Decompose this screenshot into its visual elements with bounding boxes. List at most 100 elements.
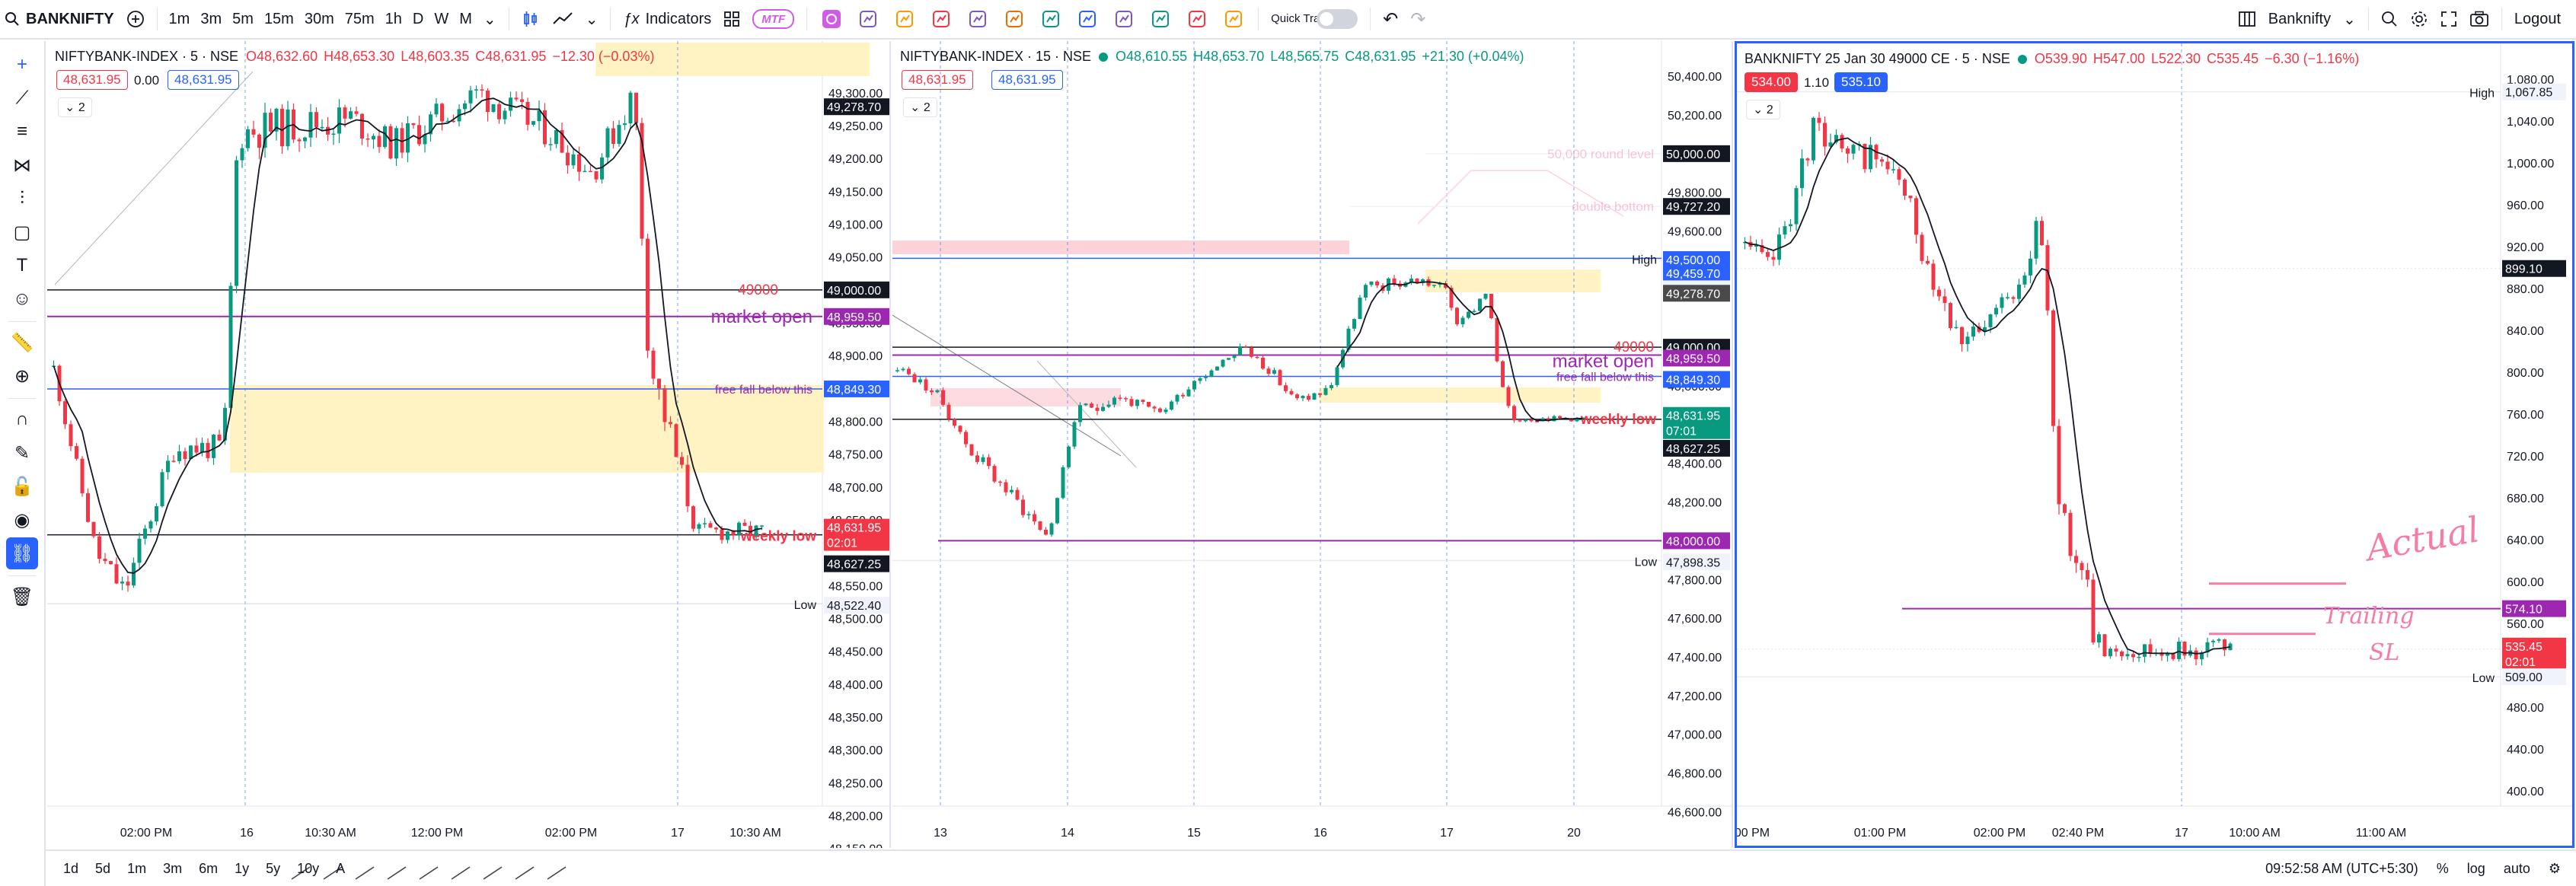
chart-canvas[interactable]: 50,000 round leveldouble bottom49000mark… [892,41,1733,848]
trash-icon[interactable]: 🗑 [6,581,38,613]
horizontal-line-icon[interactable] [353,865,376,881]
range-5d[interactable]: 5d [87,861,119,877]
candle-body [901,368,905,371]
log-toggle[interactable]: log [2467,861,2485,877]
ask-price-box[interactable]: 535.10 [1834,72,1888,92]
link-icon[interactable]: ⛓ [6,537,38,569]
layout-dropdown-icon[interactable]: ⌄ [2337,4,2362,34]
redo-icon[interactable]: ↷ [1404,4,1432,34]
chart-title[interactable]: BANKNIFTY 25 Jan 30 49000 CE · 5 · NSE [1744,51,2010,67]
chart-canvas[interactable]: 49000market openfree fall below thisweek… [47,41,891,848]
forecast-icon[interactable]: ⫶ [6,183,38,215]
magnet-icon[interactable]: ∩ [6,403,38,435]
watch-icon[interactable] [857,8,879,30]
screener-icon[interactable] [820,8,843,30]
indicators-button[interactable]: ƒx Indicators [617,4,717,34]
layout-icon[interactable] [2232,4,2262,34]
bid-price-box[interactable]: 534.00 [1744,72,1798,92]
timeframe-75m[interactable]: 75m [340,4,380,34]
chart-title[interactable]: NIFTYBANK-INDEX · 5 · NSE [55,49,238,65]
chart-title[interactable]: NIFTYBANK-INDEX · 15 · NSE [900,49,1091,65]
scan-icon[interactable] [893,8,916,30]
timeframe-5m[interactable]: 5m [227,4,259,34]
lock-drawing-icon[interactable]: ✎ [6,437,38,469]
settings-gear-icon[interactable] [2404,4,2434,34]
timeframe-D[interactable]: D [407,4,429,34]
trade-icon[interactable] [1149,8,1172,30]
range-6m[interactable]: 6m [190,861,226,877]
shield-icon[interactable] [1039,8,1062,30]
symbol-search-button[interactable]: BANKNIFTY [26,4,120,34]
chart-type-dropdown-icon[interactable]: ⌄ [579,4,605,34]
layout-name[interactable]: Banknifty [2262,4,2337,34]
compare-add-icon[interactable] [120,4,151,34]
options-icon[interactable] [1112,8,1135,30]
timeframe-15m[interactable]: 15m [259,4,299,34]
chart-pane-niftybank-15m[interactable]: 50,000 round level double bottom 49000 mark… [892,41,1733,848]
crosshair-icon[interactable]: + [6,49,38,81]
ask-price-box[interactable]: 48,631.95 [168,70,239,90]
range-3m[interactable]: 3m [155,861,190,877]
fib-icon[interactable] [417,865,440,881]
clock-timezone[interactable]: 09:52:58 AM (UTC+5:30) [2265,861,2418,877]
search-icon[interactable] [0,4,26,34]
timeframe-W[interactable]: W [429,4,454,34]
ask-price-box[interactable]: 48,631.95 [991,70,1063,90]
trend-line-icon[interactable] [289,865,312,881]
timeframe-1h[interactable]: 1h [380,4,407,34]
chart-link-icon[interactable] [1076,8,1099,30]
range-5y[interactable]: 5y [257,861,289,877]
timeframe-3m[interactable]: 3m [195,4,227,34]
timeframe-1m[interactable]: 1m [164,4,196,34]
chart-pane-niftybank-5m[interactable]: 49000 market open free fall below this week… [47,41,891,848]
text-icon[interactable] [545,865,568,881]
quick-search-icon[interactable] [2375,4,2404,34]
alert-icon[interactable] [1186,8,1208,30]
mtf-button[interactable]: MTF [746,4,800,34]
shapes-icon[interactable]: ▢ [6,216,38,248]
emoji-icon[interactable]: ☺ [6,283,38,315]
path-icon[interactable] [385,865,408,881]
fullscreen-icon[interactable] [2434,4,2463,34]
auto-toggle[interactable]: auto [2504,861,2530,877]
collapse-indicators-button[interactable]: ⌄ 2 [1746,100,1780,120]
snapshot-camera-icon[interactable] [2463,4,2495,34]
chart-pane-banknifty-option[interactable]: Actual Trailing SL 1,080.00 1,040.00 1,000.00… [1735,41,2574,848]
bid-price-box[interactable]: 48,631.95 [902,70,973,90]
exit-icon[interactable] [930,8,953,30]
timeframe-30m[interactable]: 30m [299,4,340,34]
collapse-indicators-button[interactable]: ⌄ 2 [58,97,92,117]
ruler-icon[interactable]: 📏 [6,327,38,359]
range-1m[interactable]: 1m [119,861,155,877]
chart-canvas[interactable]: ActualTrailingSL1,080.001,040.001,000.00… [1737,43,2572,846]
channel-icon[interactable] [449,865,472,881]
chart-type-line-icon[interactable] [546,4,579,34]
eye-icon[interactable]: ◉ [6,504,38,536]
bid-price-box[interactable]: 48,631.95 [56,70,128,90]
percent-toggle[interactable]: % [2437,861,2449,877]
timeframe-M[interactable]: M [454,4,477,34]
quick-trade-toggle[interactable]: Quick Trade [1265,4,1364,34]
range-1y[interactable]: 1y [226,861,257,877]
rectangle-icon[interactable] [481,865,504,881]
range-1d[interactable]: 1d [55,861,87,877]
trend-line-icon[interactable]: ⟋ [6,82,38,114]
settings-gear-icon[interactable]: ⚙ [2549,861,2561,877]
logout-button[interactable]: Logout [2508,4,2576,34]
basket-icon[interactable] [1003,8,1026,30]
fib-icon[interactable]: ≡ [6,116,38,148]
templates-grid-icon[interactable] [717,4,746,34]
ray-icon[interactable] [321,865,344,881]
lock-icon[interactable]: 🔓 [6,470,38,502]
brush-icon[interactable] [513,865,536,881]
money-icon[interactable] [1222,8,1245,30]
toggle-switch[interactable] [1317,9,1358,29]
collapse-indicators-button[interactable]: ⌄ 2 [903,97,937,117]
text-icon[interactable]: T [6,250,38,282]
candle-type-icon[interactable] [516,4,546,34]
pattern-icon[interactable]: ⋈ [6,149,38,181]
timeframe-dropdown-icon[interactable]: ⌄ [477,4,503,34]
strategy-icon[interactable] [966,8,989,30]
zoom-in-icon[interactable]: ⊕ [6,360,38,392]
undo-icon[interactable]: ↶ [1377,4,1404,34]
